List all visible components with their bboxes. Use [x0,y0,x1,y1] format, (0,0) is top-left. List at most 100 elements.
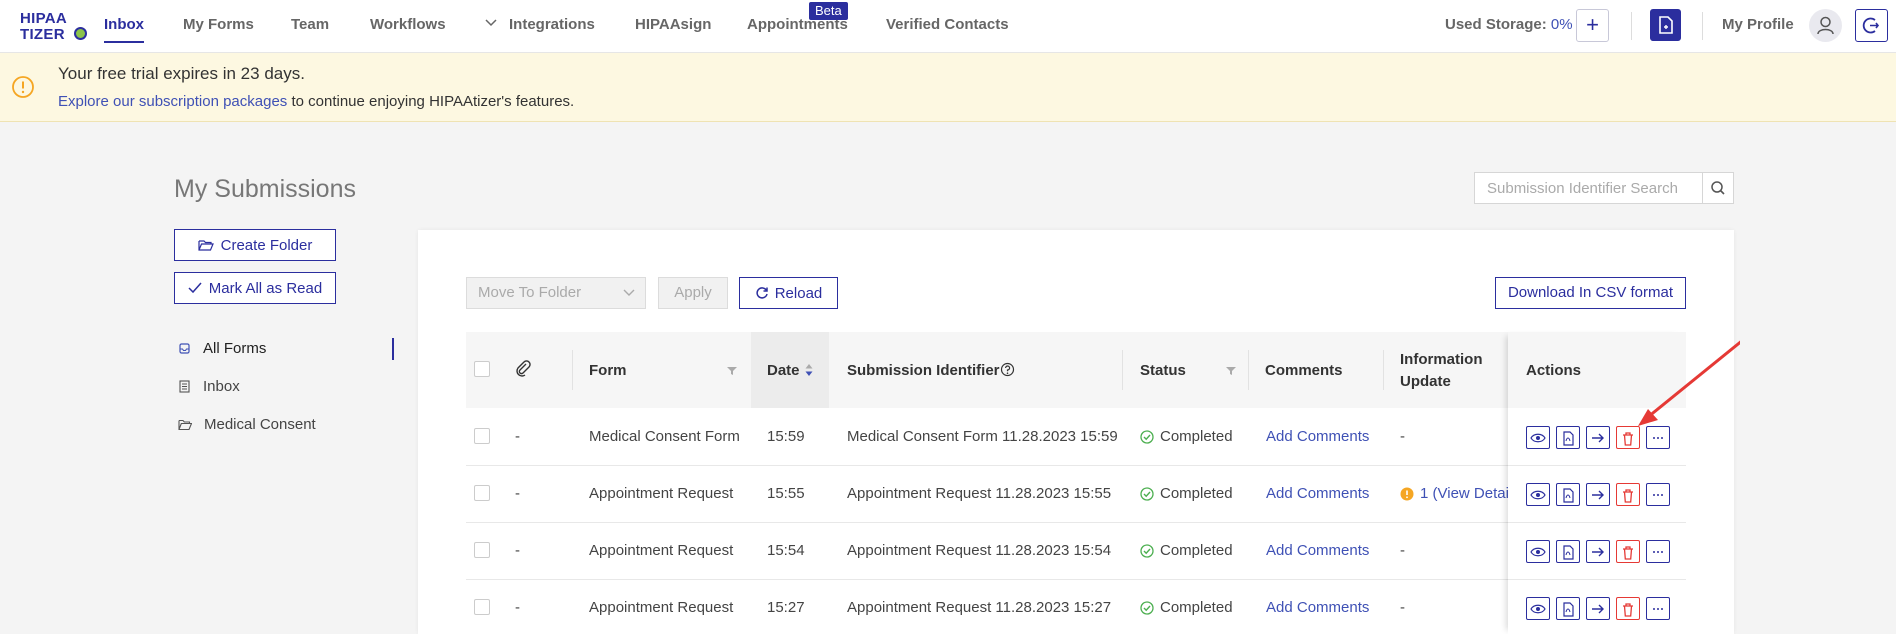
download-csv-button[interactable]: Download In CSV format [1495,277,1686,309]
download-pdf-button[interactable] [1556,483,1580,506]
header-form[interactable]: Form [589,362,627,379]
nav-team[interactable]: Team [291,16,329,33]
search-button[interactable] [1702,173,1733,203]
pdf-file-icon [1563,601,1574,617]
filter-icon[interactable] [726,366,738,376]
forward-button[interactable] [1586,483,1610,506]
table-row[interactable]: - Medical Consent Form 15:59 Medical Con… [466,409,1686,466]
folder-all-forms[interactable]: All Forms [178,340,266,357]
header-submission-identifier: Submission Identifier [847,362,1000,379]
hipaatizer-logo[interactable]: HIPAA TIZER [18,9,88,45]
avatar[interactable] [1809,9,1842,42]
status-cell: Completed [1140,428,1233,445]
nav-inbox[interactable]: Inbox [104,16,144,33]
table-row[interactable]: - Appointment Request 15:55 Appointment … [466,466,1686,523]
move-to-folder-select[interactable]: Move To Folder [466,277,646,309]
pdf-file-icon [1563,430,1574,446]
check-circle-icon [1140,486,1154,501]
column-separator [1248,350,1249,390]
trial-banner: Your free trial expires in 23 days. Expl… [0,53,1896,122]
download-pdf-button[interactable] [1556,426,1580,449]
row-checkbox[interactable] [474,485,490,501]
filter-icon[interactable] [1225,366,1237,376]
delete-button[interactable] [1616,483,1640,506]
forward-button[interactable] [1586,426,1610,449]
identifier-cell: Appointment Request 11.28.2023 15:54 [847,542,1112,559]
attachment-cell: - [515,485,520,502]
new-document-button[interactable] [1650,9,1681,41]
nav-hipaasign[interactable]: HIPAAsign [635,16,711,33]
submission-search-input[interactable] [1475,173,1703,203]
add-comments-link[interactable]: Add Comments [1266,485,1369,502]
delete-button[interactable] [1616,597,1640,620]
my-profile-link[interactable]: My Profile [1722,16,1794,33]
table-row[interactable]: - Appointment Request 15:54 Appointment … [466,523,1686,580]
help-icon[interactable] [1000,362,1015,377]
header-status[interactable]: Status [1140,362,1186,379]
storage-percent: 0% [1550,16,1573,33]
view-button[interactable] [1526,483,1550,506]
top-navigation: HIPAA TIZER Inbox My Forms Team Workflow… [0,0,1896,53]
submission-search [1474,172,1734,204]
mark-all-read-button[interactable]: Mark All as Read [174,272,336,304]
delete-button[interactable] [1616,540,1640,563]
alert-icon [1400,487,1414,500]
view-button[interactable] [1526,426,1550,449]
table-row[interactable]: - Appointment Request 15:27 Appointment … [466,580,1686,634]
add-comments-link[interactable]: Add Comments [1266,599,1369,616]
logout-button[interactable] [1855,9,1888,42]
subscription-packages-link[interactable]: Explore our subscription packages [58,93,287,110]
download-pdf-button[interactable] [1556,597,1580,620]
chevron-down-icon[interactable] [485,18,497,28]
info-update-cell[interactable]: 1 (View Details [1400,485,1520,502]
add-comments-link[interactable]: Add Comments [1266,542,1369,559]
active-folder-indicator [392,338,394,360]
form-cell: Appointment Request [589,599,734,616]
more-horizontal-icon [1653,607,1663,610]
trash-icon [1623,602,1633,617]
row-checkbox[interactable] [474,599,490,615]
sort-icon[interactable] [804,363,814,377]
divider [1631,12,1632,40]
status-cell: Completed [1140,542,1233,559]
row-checkbox[interactable] [474,542,490,558]
more-options-button[interactable] [1646,597,1670,620]
trash-icon [1623,488,1633,503]
folder-medical-consent[interactable]: Medical Consent [178,416,316,433]
view-button[interactable] [1526,597,1550,620]
column-separator [1383,350,1384,390]
page-title: My Submissions [174,175,356,203]
forward-button[interactable] [1586,540,1610,563]
create-folder-button[interactable]: Create Folder [174,229,336,261]
nav-integrations[interactable]: Integrations [509,16,595,33]
view-details-link[interactable]: 1 (View Details [1420,485,1520,502]
download-pdf-button[interactable] [1556,540,1580,563]
identifier-cell: Medical Consent Form 11.28.2023 15:59 [847,428,1118,445]
nav-workflows[interactable]: Workflows [370,16,446,33]
more-options-button[interactable] [1646,483,1670,506]
date-cell: 15:59 [767,428,805,445]
forward-button[interactable] [1586,597,1610,620]
warning-icon [12,76,34,98]
header-date[interactable]: Date [767,362,800,379]
more-options-button[interactable] [1646,540,1670,563]
folder-inbox[interactable]: Inbox [178,378,240,395]
folder-open-icon [198,239,214,251]
check-circle-icon [1140,429,1154,444]
add-comments-link[interactable]: Add Comments [1266,428,1369,445]
view-button[interactable] [1526,540,1550,563]
nav-verified-contacts[interactable]: Verified Contacts [886,16,1009,33]
row-checkbox[interactable] [474,428,490,444]
select-all-checkbox[interactable] [474,361,490,377]
nav-my-forms[interactable]: My Forms [183,16,254,33]
identifier-cell: Appointment Request 11.28.2023 15:27 [847,599,1112,616]
paperclip-icon [516,360,531,377]
identifier-cell: Appointment Request 11.28.2023 15:55 [847,485,1112,502]
divider [1702,12,1703,40]
add-button[interactable]: + [1576,9,1609,42]
apply-button[interactable]: Apply [658,277,728,309]
reload-button[interactable]: Reload [739,277,838,309]
arrow-right-icon [1592,604,1604,613]
beta-badge: Beta [809,2,848,20]
column-separator [572,350,573,390]
